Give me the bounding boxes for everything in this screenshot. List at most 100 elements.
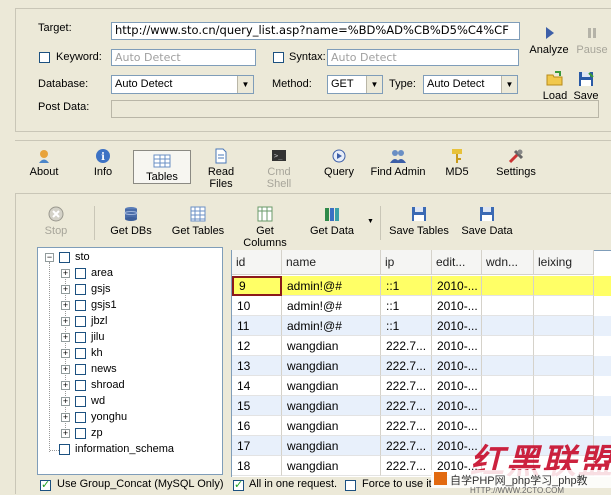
tree-node-table[interactable]: + kh	[38, 346, 218, 362]
table-cell[interactable]: 222.7...	[381, 396, 432, 416]
column-header[interactable]: wdn...	[482, 250, 534, 275]
table-cell[interactable]: 17	[232, 436, 282, 456]
table-cell[interactable]	[482, 316, 534, 336]
one-request-checkbox[interactable]	[233, 478, 244, 491]
expand-icon[interactable]: +	[61, 269, 70, 278]
force-checkbox[interactable]	[345, 480, 356, 491]
expand-icon[interactable]: +	[61, 333, 70, 342]
stop-button[interactable]: Stop	[41, 206, 71, 237]
table-cell[interactable]: wangdian	[282, 436, 381, 456]
table-cell[interactable]: 14	[232, 376, 282, 396]
tree-checkbox[interactable]	[59, 444, 70, 455]
table-cell[interactable]: 16	[232, 416, 282, 436]
expand-icon[interactable]: +	[61, 413, 70, 422]
type-select[interactable]: Auto Detect ▼	[423, 75, 518, 94]
tree-node-information-schema[interactable]: information_schema	[38, 442, 218, 458]
table-cell[interactable]	[534, 416, 594, 436]
save-tables-button[interactable]: Save Tables	[389, 206, 449, 237]
table-cell[interactable]	[482, 336, 534, 356]
tab-md5[interactable]: MD5	[443, 148, 471, 184]
save-button[interactable]: Save	[572, 70, 600, 102]
table-cell[interactable]: wangdian	[282, 376, 381, 396]
table-cell[interactable]: 2010-...	[432, 336, 482, 356]
table-cell[interactable]	[534, 396, 594, 416]
expand-icon[interactable]: +	[61, 397, 70, 406]
tree-checkbox[interactable]	[75, 316, 86, 327]
syntax-checkbox[interactable]	[273, 52, 284, 63]
tab-read-files[interactable]: Read Files	[195, 148, 247, 190]
get-data-button[interactable]: Get Data	[308, 206, 356, 237]
table-cell[interactable]	[534, 376, 594, 396]
column-header[interactable]: name	[282, 250, 381, 275]
tree-checkbox[interactable]	[75, 396, 86, 407]
table-cell[interactable]	[534, 316, 594, 336]
table-cell[interactable]: 12	[232, 336, 282, 356]
keyword-input[interactable]: Auto Detect	[111, 49, 256, 66]
tree-checkbox[interactable]	[75, 300, 86, 311]
table-cell[interactable]: 222.7...	[381, 336, 432, 356]
table-cell[interactable]: ::1	[381, 276, 432, 296]
table-cell[interactable]	[534, 296, 594, 316]
table-cell[interactable]: 9	[232, 276, 282, 296]
table-cell[interactable]: admin!@#	[282, 316, 381, 336]
tree-node-table[interactable]: + news	[38, 362, 218, 378]
table-cell[interactable]: wangdian	[282, 356, 381, 376]
tab-settings[interactable]: Settings	[494, 148, 538, 184]
table-cell[interactable]: wangdian	[282, 336, 381, 356]
analyze-button[interactable]: Analyze	[528, 24, 570, 56]
tree-node-table[interactable]: + jilu	[38, 330, 218, 346]
tree-node-table[interactable]: + zp	[38, 426, 218, 442]
table-cell[interactable]: 2010-...	[432, 276, 482, 296]
tree-checkbox[interactable]	[75, 428, 86, 439]
table-cell[interactable]: wangdian	[282, 396, 381, 416]
table-cell[interactable]: 11	[232, 316, 282, 336]
column-header[interactable]: id	[232, 250, 282, 275]
get-data-dropdown-icon[interactable]: ▼	[367, 218, 374, 225]
tab-info[interactable]: i Info	[88, 148, 118, 184]
table-cell[interactable]: 10	[232, 296, 282, 316]
table-cell[interactable]: ::1	[381, 296, 432, 316]
table-cell[interactable]: ::1	[381, 316, 432, 336]
table-cell[interactable]: 222.7...	[381, 376, 432, 396]
table-cell[interactable]	[534, 276, 594, 296]
table-cell[interactable]	[482, 376, 534, 396]
database-tree[interactable]: − sto + area + gsjs + gsjs1 + jbzl + jilu + kh + news…	[37, 247, 223, 475]
tab-cmd-shell[interactable]: >_ Cmd Shell	[254, 148, 304, 190]
tree-checkbox[interactable]	[75, 364, 86, 375]
postdata-input[interactable]	[111, 100, 599, 118]
tree-checkbox[interactable]	[75, 332, 86, 343]
database-select[interactable]: Auto Detect ▼	[111, 75, 254, 94]
keyword-checkbox[interactable]	[39, 52, 50, 63]
tree-node-table[interactable]: + wd	[38, 394, 218, 410]
tree-checkbox[interactable]	[75, 268, 86, 279]
tree-node-table[interactable]: + gsjs1	[38, 298, 218, 314]
table-cell[interactable]: wangdian	[282, 416, 381, 436]
pause-button[interactable]: Pause	[574, 24, 610, 56]
table-cell[interactable]: 18	[232, 456, 282, 476]
tree-node-table[interactable]: + gsjs	[38, 282, 218, 298]
column-header[interactable]: edit...	[432, 250, 482, 275]
table-cell[interactable]: 13	[232, 356, 282, 376]
tab-tables[interactable]: Tables	[133, 150, 191, 184]
table-cell[interactable]: 15	[232, 396, 282, 416]
table-cell[interactable]: wangdian	[282, 456, 381, 476]
table-cell[interactable]: 2010-...	[432, 316, 482, 336]
group-concat-checkbox[interactable]	[40, 478, 51, 491]
tab-about[interactable]: About	[26, 148, 62, 184]
tree-node-table[interactable]: + shroad	[38, 378, 218, 394]
table-cell[interactable]	[482, 296, 534, 316]
table-cell[interactable]: 2010-...	[432, 376, 482, 396]
tree-node-sto[interactable]: − sto	[38, 250, 218, 266]
table-cell[interactable]	[482, 416, 534, 436]
method-select[interactable]: GET ▼	[327, 75, 383, 94]
table-cell[interactable]	[482, 356, 534, 376]
expand-icon[interactable]: +	[61, 317, 70, 326]
table-cell[interactable]	[534, 336, 594, 356]
tree-checkbox[interactable]	[75, 284, 86, 295]
table-cell[interactable]: 2010-...	[432, 296, 482, 316]
table-cell[interactable]	[482, 276, 534, 296]
tree-node-table[interactable]: + area	[38, 266, 218, 282]
table-cell[interactable]	[482, 396, 534, 416]
tree-node-table[interactable]: + jbzl	[38, 314, 218, 330]
syntax-input[interactable]: Auto Detect	[327, 49, 519, 66]
